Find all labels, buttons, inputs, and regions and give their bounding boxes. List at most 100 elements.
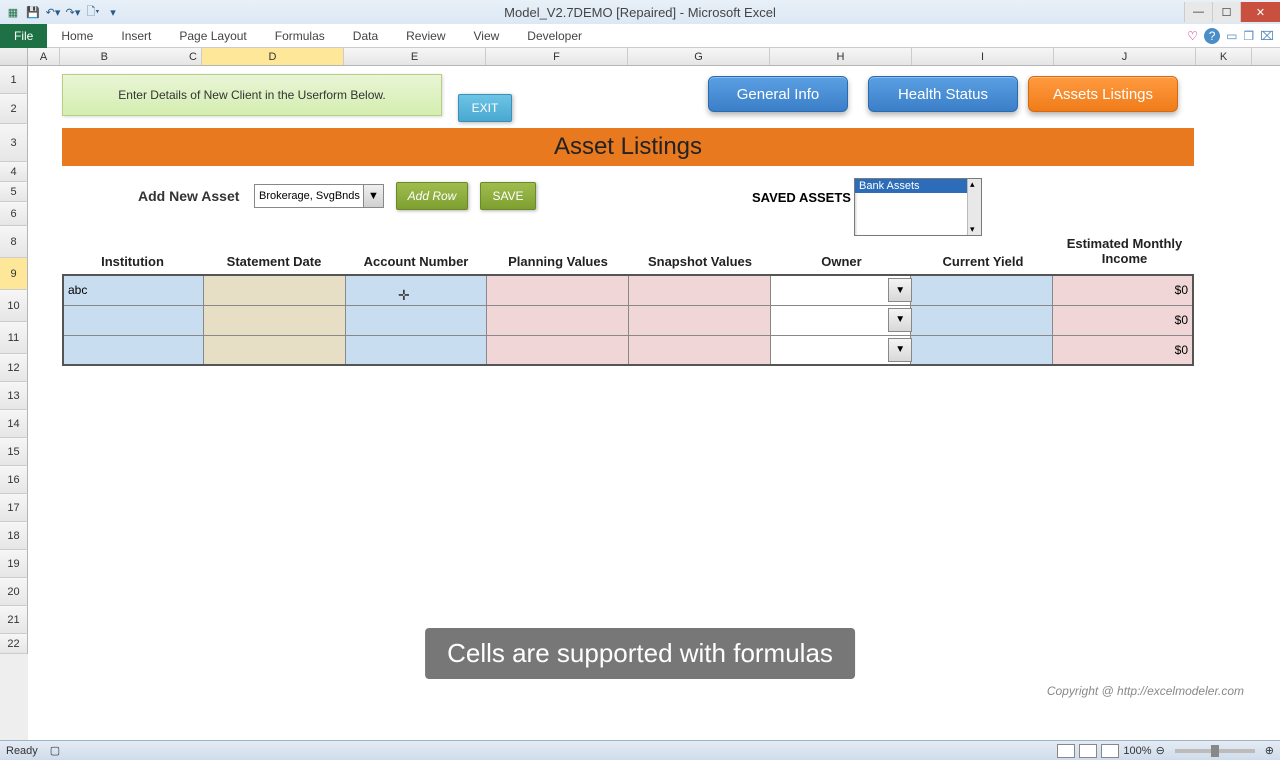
col-J[interactable]: J [1054,48,1196,65]
select-all-triangle[interactable] [0,48,28,65]
row-21[interactable]: 21 [0,606,28,634]
cell-snapshot[interactable] [629,275,771,305]
col-K[interactable]: K [1196,48,1252,65]
cell-yield[interactable] [911,335,1053,365]
close-button[interactable]: ✕ [1240,2,1280,22]
row-4[interactable]: 4 [0,162,28,182]
qat-customize-icon[interactable]: ▾ [104,3,122,21]
cell-account[interactable] [345,305,487,335]
row-14[interactable]: 14 [0,410,28,438]
cell-owner[interactable]: ▼ [770,275,911,305]
print-preview-icon[interactable]: 🗋▾ [84,3,102,21]
exit-button[interactable]: EXIT [458,94,512,122]
cell-institution[interactable] [63,305,204,335]
col-F[interactable]: F [486,48,628,65]
maximize-button[interactable]: ☐ [1212,2,1240,22]
cell-income[interactable]: $0 [1052,275,1193,305]
macro-record-icon[interactable]: ▢ [50,744,60,757]
row-10[interactable]: 10 [0,290,28,322]
tab-formulas[interactable]: Formulas [261,25,339,47]
minimize-button[interactable]: — [1184,2,1212,22]
cell-snapshot[interactable] [629,335,771,365]
owner-dropdown-icon[interactable]: ▼ [888,338,912,362]
owner-dropdown-icon[interactable]: ▼ [888,278,912,302]
col-G[interactable]: G [628,48,770,65]
save-icon[interactable]: 💾 [24,3,42,21]
cell-statement[interactable] [204,335,346,365]
row-6[interactable]: 6 [0,202,28,226]
row-1[interactable]: 1 [0,66,28,94]
cell-statement[interactable] [204,275,346,305]
page-break-view-icon[interactable] [1101,744,1119,758]
redo-icon[interactable]: ↷▾ [64,3,82,21]
cell-statement[interactable] [204,305,346,335]
health-status-button[interactable]: Health Status [868,76,1018,112]
workbook-close-icon[interactable]: ⌧ [1260,29,1274,43]
cell-institution[interactable] [63,335,204,365]
save-button[interactable]: SAVE [480,182,536,210]
row-3[interactable]: 3 [0,124,28,162]
listbox-scrollbar[interactable] [967,179,981,235]
saved-asset-item[interactable]: Bank Assets [855,179,981,193]
undo-icon[interactable]: ↶▾ [44,3,62,21]
tab-review[interactable]: Review [392,25,459,47]
row-20[interactable]: 20 [0,578,28,606]
page-layout-view-icon[interactable] [1079,744,1097,758]
tab-view[interactable]: View [460,25,514,47]
general-info-button[interactable]: General Info [708,76,848,112]
col-A[interactable]: A [28,48,60,65]
dropdown-arrow-icon[interactable]: ▼ [363,185,383,207]
row-12[interactable]: 12 [0,354,28,382]
cell-institution[interactable]: abc [63,275,204,305]
row-2[interactable]: 2 [0,94,28,124]
row-9[interactable]: 9 [0,258,28,290]
assets-listings-button[interactable]: Assets Listings [1028,76,1178,112]
row-13[interactable]: 13 [0,382,28,410]
cell-yield[interactable] [911,275,1053,305]
row-8[interactable]: 8 [0,226,28,258]
cell-snapshot[interactable] [629,305,771,335]
cell-planning[interactable] [487,275,629,305]
cell-income[interactable]: $0 [1052,335,1193,365]
row-19[interactable]: 19 [0,550,28,578]
cell-account[interactable] [345,335,487,365]
cell-yield[interactable] [911,305,1053,335]
tab-page-layout[interactable]: Page Layout [165,25,260,47]
cell-planning[interactable] [487,335,629,365]
asset-type-dropdown[interactable]: Brokerage, SvgBnds ▼ [254,184,384,208]
row-18[interactable]: 18 [0,522,28,550]
row-15[interactable]: 15 [0,438,28,466]
zoom-level[interactable]: 100% [1123,745,1151,757]
row-11[interactable]: 11 [0,322,28,354]
file-tab[interactable]: File [0,24,47,48]
tab-developer[interactable]: Developer [513,25,596,47]
col-B[interactable]: B C [60,48,202,65]
help-icon[interactable]: ? [1204,28,1220,44]
window-restore-icon[interactable]: ❐ [1243,29,1254,43]
tab-home[interactable]: Home [47,25,107,47]
owner-dropdown-icon[interactable]: ▼ [888,308,912,332]
add-row-button[interactable]: Add Row [396,182,468,210]
col-E[interactable]: E [344,48,486,65]
cell-income[interactable]: $0 [1052,305,1193,335]
ribbon-minimize-icon[interactable]: ▭ [1226,29,1237,43]
tab-data[interactable]: Data [339,25,392,47]
row-5[interactable]: 5 [0,182,28,202]
cell-owner[interactable]: ▼ [770,305,911,335]
normal-view-icon[interactable] [1057,744,1075,758]
saved-assets-listbox[interactable]: Bank Assets [854,178,982,236]
tab-insert[interactable]: Insert [107,25,165,47]
col-D[interactable]: D [202,48,344,65]
zoom-in-icon[interactable]: ⊕ [1265,744,1274,757]
cell-planning[interactable] [487,305,629,335]
zoom-out-icon[interactable]: ⊖ [1156,744,1165,757]
cell-owner[interactable]: ▼ [770,335,911,365]
col-H[interactable]: H [770,48,912,65]
row-22[interactable]: 22 [0,634,28,654]
heart-icon[interactable]: ♡ [1187,29,1198,43]
row-16[interactable]: 16 [0,466,28,494]
col-I[interactable]: I [912,48,1054,65]
zoom-slider[interactable] [1175,749,1255,753]
cell-account[interactable] [345,275,487,305]
row-17[interactable]: 17 [0,494,28,522]
